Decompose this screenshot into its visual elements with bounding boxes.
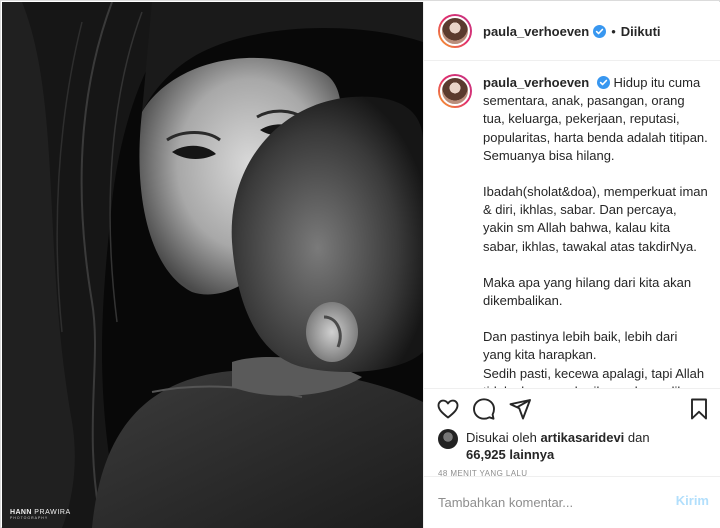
bookmark-icon[interactable] [687,397,711,421]
likes-prefix: Disukai oleh [466,430,537,445]
caption-scroll-area[interactable]: paula_verhoeven Hidup itu cuma sementara… [424,62,720,388]
likes-middle: dan [627,430,650,445]
post-actions: Disukai oleh artikasaridevi dan 66,925 l… [424,388,720,478]
action-icons [436,397,711,421]
caption-paragraph: Maka apa yang hilang dari kita akan dike… [483,274,692,309]
post-modal: HANN PRAWIRA PHOTOGRAPHY paula_verhoeven… [0,0,720,528]
photo-illustration [2,2,423,528]
watermark-sub: PHOTOGRAPHY [10,515,49,520]
comment-icon[interactable] [472,397,496,421]
liker-username[interactable]: artikasaridevi [540,430,624,445]
liker-avatar[interactable] [438,429,458,449]
separator-dot: • [611,23,616,39]
follow-status-button[interactable]: Diikuti [621,24,661,39]
post-side-panel: paula_verhoeven • Diikuti paula_verhoeve… [423,2,720,528]
watermark-light: PRAWIRA [34,508,71,516]
post-comment-button[interactable]: Kirim [676,493,709,508]
comment-box: Kirim [424,476,720,528]
watermark-bold: HANN [10,508,32,516]
caption-paragraph: Dan pastinya lebih baik, lebih dari yang… [483,329,678,363]
caption-username[interactable]: paula_verhoeven [483,75,589,90]
likes-count[interactable]: 66,925 [466,447,506,462]
caption-paragraph: Ibadah(sholat&doa), memperkuat iman & di… [483,184,708,254]
share-icon[interactable] [508,397,532,421]
caption: paula_verhoeven Hidup itu cuma sementara… [438,74,708,388]
header-username[interactable]: paula_verhoeven [483,24,589,39]
likes-summary: Disukai oleh artikasaridevi dan 66,925 l… [438,429,708,463]
caption-text: paula_verhoeven Hidup itu cuma sementara… [483,74,708,388]
caption-paragraph: Sedih pasti, kecewa apalagi, tapi Allah … [483,365,705,388]
verified-badge-icon [593,24,607,38]
verified-badge-icon [596,76,610,89]
avatar[interactable] [438,14,472,48]
comment-input[interactable] [438,491,658,513]
heart-icon[interactable] [436,397,460,421]
likes-suffix[interactable]: lainnya [509,447,554,462]
post-photo[interactable]: HANN PRAWIRA PHOTOGRAPHY [2,2,423,528]
post-header: paula_verhoeven • Diikuti [424,2,720,61]
photographer-watermark: HANN PRAWIRA PHOTOGRAPHY [10,509,71,521]
caption-avatar[interactable] [438,74,472,108]
